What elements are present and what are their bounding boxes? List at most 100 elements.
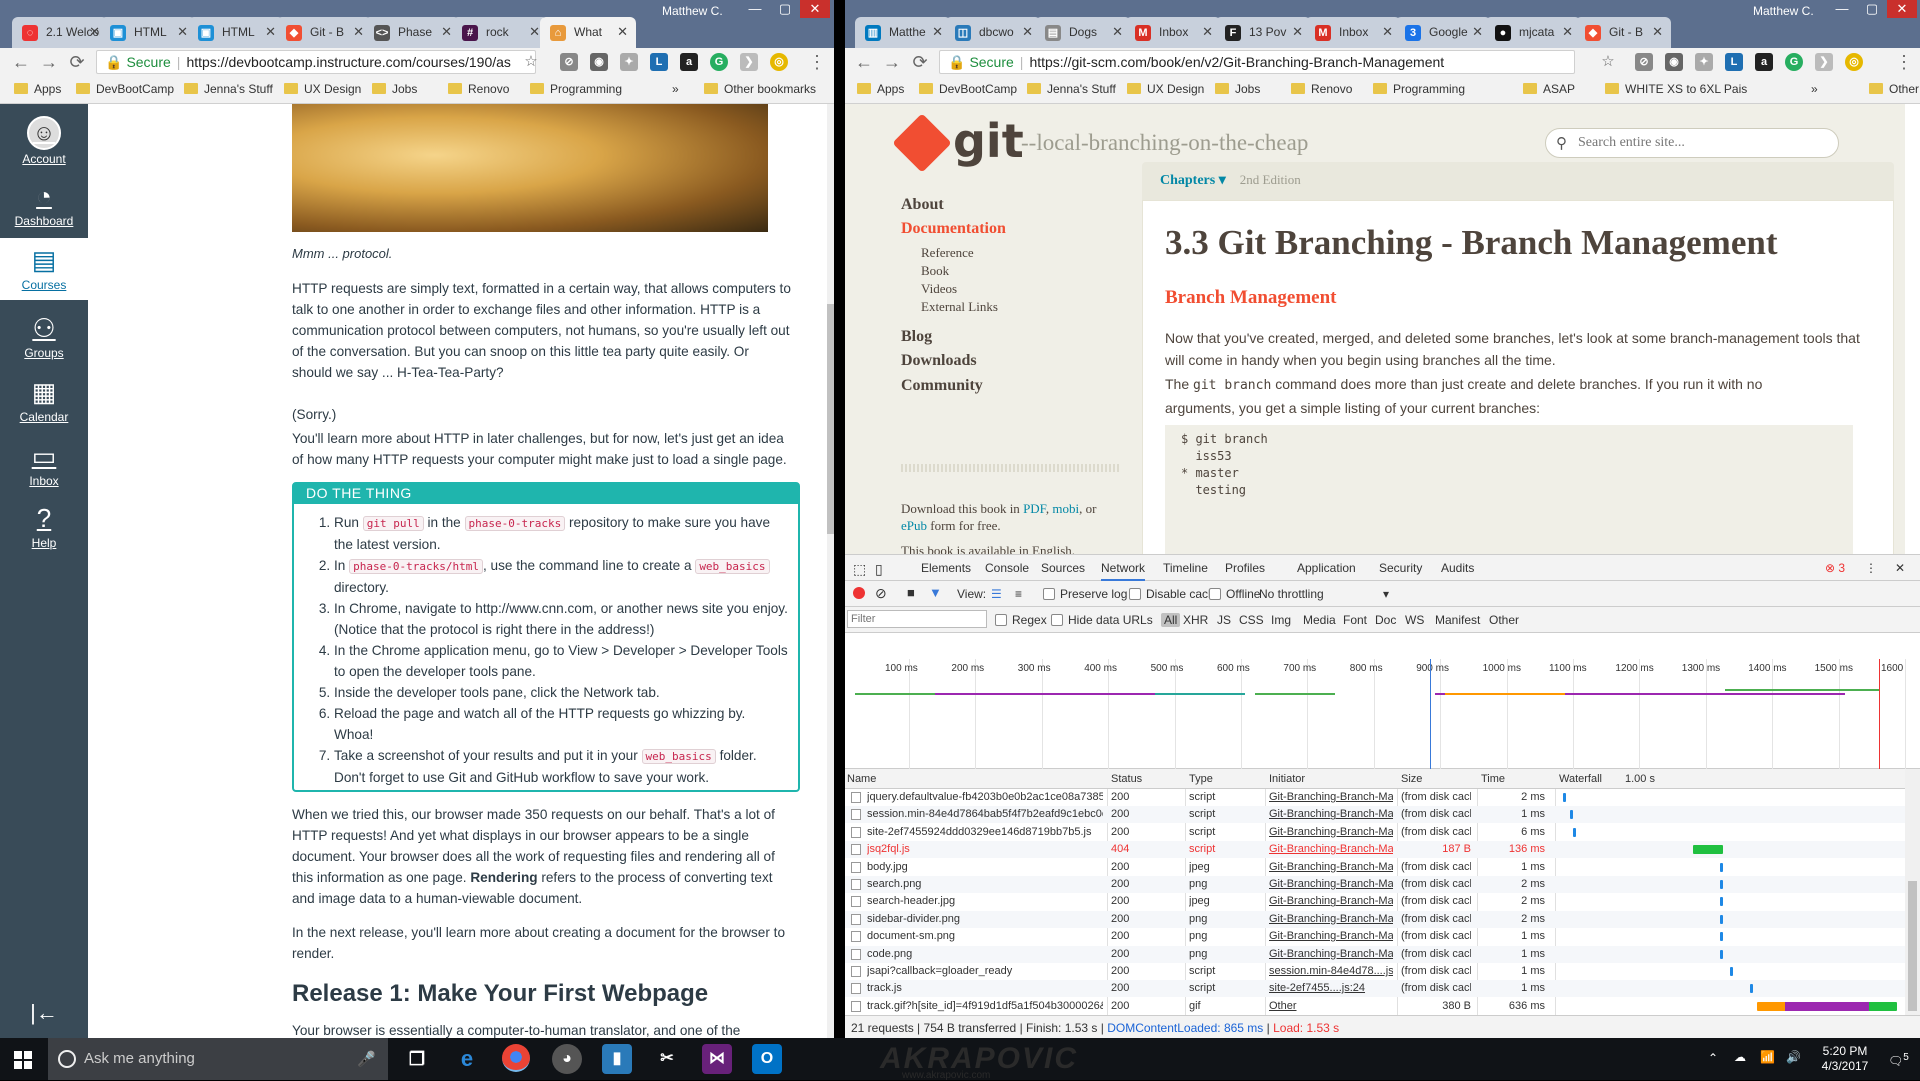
bookmark-item[interactable]: Other bookmarks xyxy=(704,82,816,96)
extension-icon[interactable]: ❯ xyxy=(1815,53,1833,71)
browser-tab[interactable]: F 13 Pov ✕ xyxy=(1215,17,1311,48)
table-row[interactable]: body.jpg 200 jpeg Git-Branching-Branch-Mana… xyxy=(845,859,1905,876)
column-header[interactable]: 1.00 s xyxy=(1625,773,1655,785)
column-header[interactable]: Name xyxy=(847,773,876,785)
cell-initiator[interactable]: Git-Branching-Branch-Manag... xyxy=(1269,843,1393,855)
cortana-search[interactable]: Ask me anything 🎤 xyxy=(48,1038,388,1080)
browser-tab[interactable]: 3 Google ✕ xyxy=(1395,17,1491,48)
cell-initiator[interactable]: Git-Branching-Branch-Manag... xyxy=(1269,913,1393,925)
close-tab-icon[interactable]: ✕ xyxy=(177,24,188,40)
extension-icon[interactable]: ⊘ xyxy=(560,53,578,71)
column-header[interactable]: Waterfall xyxy=(1559,773,1602,785)
app-icon[interactable]: ◕ xyxy=(552,1044,582,1074)
extension-icon[interactable]: G xyxy=(710,53,728,71)
git-logo-text[interactable]: git xyxy=(953,114,1024,168)
browser-tab[interactable]: M Inbox ✕ xyxy=(1305,17,1401,48)
nav-documentation[interactable]: Documentation xyxy=(901,220,1006,238)
bookmark-item[interactable]: Apps xyxy=(857,82,904,96)
outlook-icon[interactable]: O xyxy=(752,1044,782,1074)
linkedin-icon[interactable]: L xyxy=(650,53,668,71)
close-devtools-icon[interactable]: ✕ xyxy=(1895,561,1905,575)
bookmark-item[interactable]: DevBootCamp xyxy=(76,82,174,96)
throttling-select[interactable]: No throttling ▾ xyxy=(1259,587,1389,601)
close-tab-icon[interactable]: ✕ xyxy=(441,24,452,40)
bookmark-item[interactable]: Renovo xyxy=(448,82,509,96)
epub-link[interactable]: ePub xyxy=(901,518,927,533)
browser-tab[interactable]: ⌂ What ✕ xyxy=(540,17,636,48)
close-tab-icon[interactable]: ✕ xyxy=(1472,24,1483,40)
site-search-input[interactable]: ⚲ Search entire site... xyxy=(1545,128,1839,158)
bookmark-item[interactable]: Other bookmarks xyxy=(1869,82,1920,96)
nav-item-calendar[interactable]: ▦ Calendar xyxy=(0,370,88,432)
close-tab-icon[interactable]: ✕ xyxy=(1292,24,1303,40)
close-tab-icon[interactable]: ✕ xyxy=(1652,24,1663,40)
filter-type-js[interactable]: JS xyxy=(1217,613,1231,627)
bookmark-item[interactable]: ASAP xyxy=(1523,82,1575,96)
amazon-icon[interactable]: a xyxy=(680,53,698,71)
browser-tab[interactable]: ◆ Git - B ✕ xyxy=(1575,17,1671,48)
extension-icon[interactable]: ◎ xyxy=(1845,53,1863,71)
chrome-icon[interactable] xyxy=(502,1044,530,1072)
browser-tab[interactable]: ▥ Matthe ✕ xyxy=(855,17,951,48)
nav-downloads[interactable]: Downloads xyxy=(901,352,977,370)
reload-icon[interactable]: ⟳ xyxy=(909,51,931,73)
bookmark-item[interactable]: Programming xyxy=(1373,82,1465,96)
browser-tab[interactable]: ◌2.1 Welcome✕ xyxy=(12,17,108,48)
cell-initiator[interactable]: Git-Branching-Branch-Manag... xyxy=(1269,895,1393,907)
browser-tab[interactable]: <> Phase ✕ xyxy=(364,17,460,48)
filter-type-css[interactable]: CSS xyxy=(1239,613,1264,627)
sublime-icon[interactable]: ▮ xyxy=(602,1044,632,1074)
forward-icon[interactable]: → xyxy=(881,51,903,73)
close-tab-icon[interactable]: ✕ xyxy=(1202,24,1213,40)
regex-checkbox[interactable]: Regex xyxy=(995,613,1047,627)
bookmark-item[interactable]: » xyxy=(672,82,679,96)
clear-icon[interactable]: ⊘ xyxy=(875,585,887,602)
minimize-button[interactable]: — xyxy=(740,0,770,18)
record-icon[interactable] xyxy=(853,587,865,599)
filter-type-doc[interactable]: Doc xyxy=(1375,613,1396,627)
nav-item-groups[interactable]: ⚇ Groups xyxy=(0,306,88,368)
cell-initiator[interactable]: Git-Branching-Branch-Manag... xyxy=(1269,808,1393,820)
bookmark-item[interactable]: Apps xyxy=(14,82,61,96)
table-row[interactable]: track.gif?h[site_id]=4f919d1df5a1f504b30… xyxy=(845,998,1905,1015)
bookmark-item[interactable]: Jenna's Stuff xyxy=(184,82,273,96)
pdf-link[interactable]: PDF xyxy=(1023,501,1046,516)
mobi-link[interactable]: mobi xyxy=(1052,501,1079,516)
extension-icon[interactable]: ◉ xyxy=(590,53,608,71)
cell-initiator[interactable]: Git-Branching-Branch-Manag... xyxy=(1269,878,1393,890)
chapters-dropdown[interactable]: Chapters ▾ xyxy=(1160,173,1226,188)
nav-item-dashboard[interactable]: ◔ Dashboard xyxy=(0,174,88,236)
filter-type-manifest[interactable]: Manifest xyxy=(1435,613,1480,627)
devtools-tab-application[interactable]: Application xyxy=(1297,561,1356,575)
browser-tab[interactable]: ▣ HTML ✕ xyxy=(100,17,196,48)
browser-tab[interactable]: ▤ Dogs ✕ xyxy=(1035,17,1131,48)
devtools-tab-elements[interactable]: Elements xyxy=(921,561,971,575)
cell-initiator[interactable]: site-2ef7455....js:24 xyxy=(1269,982,1393,994)
extension-icon[interactable]: ✦ xyxy=(620,53,638,71)
cell-initiator[interactable]: Other xyxy=(1269,1000,1393,1012)
table-row[interactable]: sidebar-divider.png 200 png Git-Branching-B… xyxy=(845,910,1905,928)
table-row[interactable]: jsapi?callback=gloader_ready 200 script ses… xyxy=(845,963,1905,980)
nav-community[interactable]: Community xyxy=(901,377,983,395)
snipping-tool-icon[interactable]: ✂ xyxy=(652,1044,682,1074)
cell-initiator[interactable]: Git-Branching-Branch-Manag... xyxy=(1269,861,1393,873)
table-row[interactable]: session.min-84e4d7864bab5f4f7b2eafd9c1eb… xyxy=(845,806,1905,824)
close-window-button[interactable]: ✕ xyxy=(800,0,830,18)
browser-tab[interactable]: ◫ dbcwo ✕ xyxy=(945,17,1041,48)
device-toolbar-icon[interactable]: ▯ xyxy=(875,561,883,578)
devtools-tab-network[interactable]: Network xyxy=(1101,561,1146,581)
devtools-tab-timeline[interactable]: Timeline xyxy=(1163,561,1208,575)
bookmark-item[interactable]: Jobs xyxy=(1215,82,1260,96)
error-count[interactable]: ⊗ 3 xyxy=(1825,561,1845,575)
close-window-button[interactable]: ✕ xyxy=(1887,0,1917,18)
close-tab-icon[interactable]: ✕ xyxy=(1562,24,1573,40)
column-header[interactable]: Time xyxy=(1481,773,1505,785)
nav-reference[interactable]: Reference xyxy=(921,245,974,261)
nav-item-account[interactable]: ☺ Account xyxy=(0,110,88,172)
filter-type-media[interactable]: Media xyxy=(1303,613,1336,627)
hide-data-urls-checkbox[interactable]: Hide data URLs xyxy=(1051,613,1153,627)
cloud-icon[interactable]: ☁ xyxy=(1734,1050,1746,1065)
maximize-button[interactable]: ▢ xyxy=(1857,0,1887,18)
filter-type-all[interactable]: All xyxy=(1161,613,1181,627)
cell-initiator[interactable]: session.min-84e4d78....js:9 xyxy=(1269,965,1393,977)
